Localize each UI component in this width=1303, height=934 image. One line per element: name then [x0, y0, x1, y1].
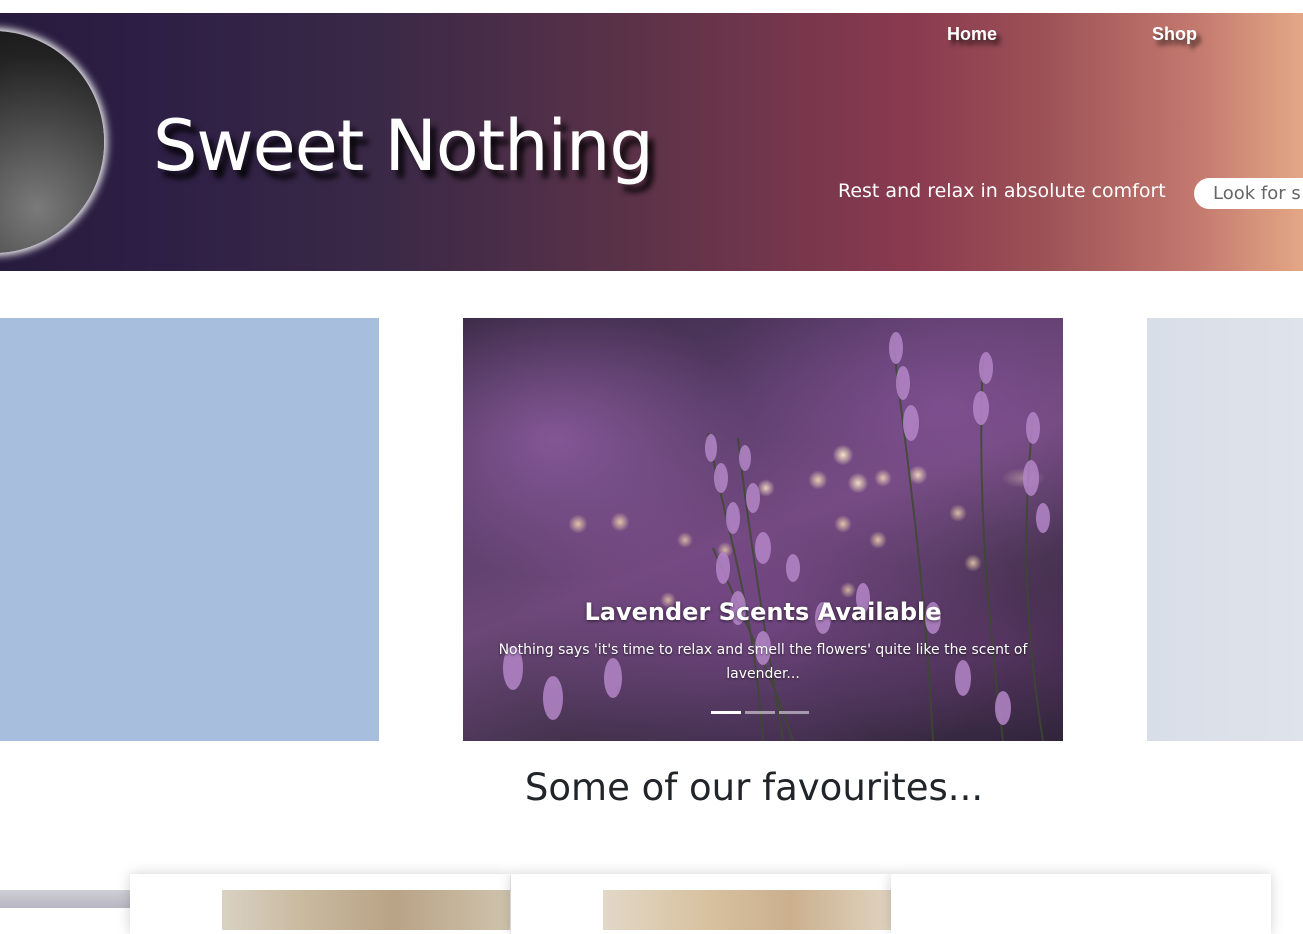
carousel-indicator-2[interactable]: [745, 711, 775, 714]
carousel-active-slide[interactable]: Lavender Scents Available Nothing says '…: [463, 318, 1063, 741]
product-card-image-2[interactable]: [222, 890, 510, 930]
tagline: Rest and relax in absolute comfort: [838, 180, 1166, 202]
site-title: Sweet Nothing: [153, 105, 654, 187]
product-card-4[interactable]: [891, 874, 1271, 934]
carousel-indicator-3[interactable]: [779, 711, 809, 714]
site-banner: Sweet Nothing Home Shop Rest and relax i…: [0, 13, 1303, 271]
carousel-next-slide-preview[interactable]: [1147, 318, 1303, 741]
carousel-indicator-1[interactable]: [711, 711, 741, 714]
product-card-3[interactable]: [511, 874, 891, 934]
search-input[interactable]: [1194, 178, 1303, 209]
carousel-indicators: [711, 711, 809, 714]
product-card-image-1[interactable]: [0, 890, 130, 908]
slide-title: Lavender Scents Available: [584, 598, 942, 626]
nav-shop-link[interactable]: Shop: [1152, 24, 1197, 45]
carousel-prev-slide-preview[interactable]: [0, 318, 379, 741]
favourites-heading: Some of our favourites...: [524, 766, 984, 809]
product-card-image-3[interactable]: [603, 890, 891, 930]
nav-home-link[interactable]: Home: [947, 24, 997, 45]
product-card-2[interactable]: [130, 874, 510, 934]
slide-caption: Lavender Scents Available Nothing says '…: [463, 598, 1063, 686]
logo-circle: [0, 31, 104, 253]
slide-description: Nothing says 'it's time to relax and sme…: [498, 642, 1028, 682]
